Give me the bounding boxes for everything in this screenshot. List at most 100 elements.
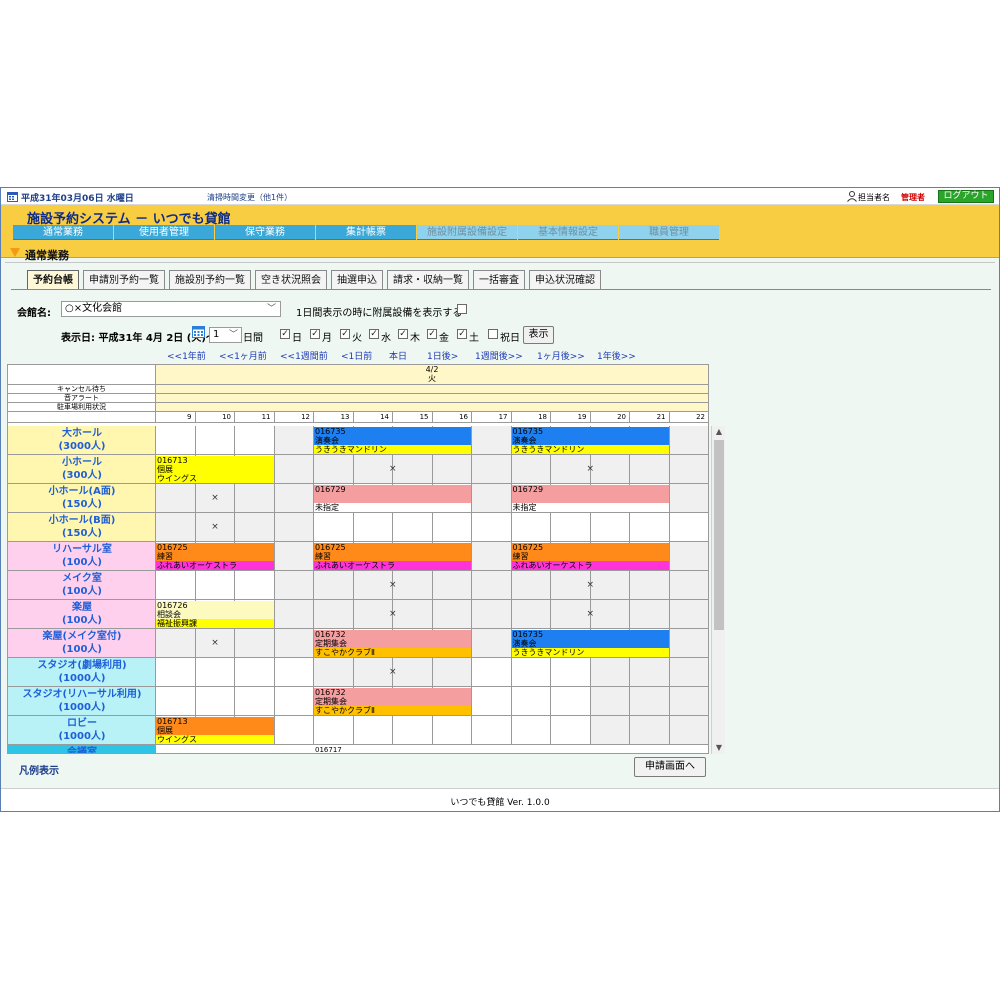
nav-item-6[interactable]: 職員管理: [619, 225, 719, 240]
booking-line: 016732: [314, 630, 471, 639]
show-button[interactable]: 表示: [523, 326, 554, 344]
scroll-up-icon[interactable]: ▲: [712, 426, 726, 438]
days-select[interactable]: 1 ﹀: [209, 327, 242, 343]
booking-line: 016735: [314, 427, 471, 436]
booking-4[interactable]: 016729 未指定: [511, 485, 669, 512]
unavailable-mark: ×: [389, 609, 397, 619]
section-header: 通常業務: [1, 246, 999, 263]
weekday-checkbox-6[interactable]: ✓: [457, 329, 467, 339]
date-nav-link-3[interactable]: <1日前: [341, 349, 372, 362]
booking-6[interactable]: 016725 練習 ふれあいオーケストラ: [314, 543, 471, 570]
date-nav-link-2[interactable]: <<1週間前: [280, 349, 328, 362]
room-name[interactable]: 小ホール(B面): [8, 514, 156, 528]
info-row-cell-1: [156, 394, 708, 403]
room-name[interactable]: リハーサル室: [8, 543, 156, 557]
booking-12[interactable]: 016713 個展 ウイングス: [156, 717, 274, 744]
apply-screen-button[interactable]: 申請画面へ: [634, 757, 706, 777]
weekday-checkbox-1[interactable]: ✓: [310, 329, 320, 339]
notice-link[interactable]: 清掃時間変更（他1件）: [207, 192, 292, 203]
scroll-thumb[interactable]: [714, 440, 724, 630]
date-nav-link-0[interactable]: <<1年前: [167, 349, 206, 362]
calendar-picker-icon[interactable]: [192, 325, 205, 338]
date-nav-link-6[interactable]: 1週間後>>: [475, 349, 523, 362]
booking-9[interactable]: 016732 定期集会 すこやかクラブⅡ: [314, 630, 471, 657]
room-name[interactable]: 大ホール: [8, 427, 156, 441]
weekday-label-5: 金: [439, 333, 449, 344]
weekday-checkbox-3[interactable]: ✓: [369, 329, 379, 339]
scroll-down-icon[interactable]: ▼: [712, 742, 726, 754]
tab-2[interactable]: 施設別予約一覧: [169, 270, 251, 290]
hour-text: 22: [696, 413, 705, 421]
weekday-checkbox-7[interactable]: [488, 329, 498, 339]
booking-11[interactable]: 016732 定期集会 すこやかクラブⅡ: [314, 688, 471, 715]
slot-1-7: [432, 455, 472, 484]
nav-item-1[interactable]: 使用者管理: [114, 225, 214, 240]
tab-0[interactable]: 予約台帳: [27, 270, 79, 290]
date-nav-link-1[interactable]: <<1ヶ月前: [219, 349, 267, 362]
slot-5-9: [511, 571, 551, 600]
tab-5[interactable]: 請求・収納一覧: [387, 270, 469, 290]
slot-3-12: [630, 513, 670, 542]
legend-link[interactable]: 凡例表示: [19, 762, 59, 777]
nav-item-2[interactable]: 保守業務: [215, 225, 315, 240]
hour-header-21: 21: [630, 412, 670, 423]
hour-header-10: 10: [195, 412, 235, 423]
logout-button[interactable]: ログアウト: [938, 190, 994, 203]
slot-0-1: [195, 426, 235, 455]
date-nav-link-8[interactable]: 1年後>>: [597, 349, 636, 362]
booking-line: 016732: [314, 688, 471, 697]
grid-corner: [8, 365, 156, 385]
booking-8[interactable]: 016726 相談会 福祉振興課: [156, 601, 274, 628]
room-row-0: 大ホール (3000人): [8, 426, 156, 455]
weekday-label-6: 土: [469, 333, 479, 344]
booking-line: 016713: [156, 717, 274, 726]
tab-1[interactable]: 申請別予約一覧: [83, 270, 165, 290]
weekday-checkbox-4[interactable]: ✓: [398, 329, 408, 339]
room-name[interactable]: スタジオ(劇場利用): [8, 659, 156, 673]
room-name[interactable]: 小ホール(A面): [8, 485, 156, 499]
room-name[interactable]: ロビー: [8, 717, 156, 731]
tab-divider: [11, 289, 991, 290]
user-icon: [847, 191, 857, 202]
date-nav-link-4[interactable]: 本日: [389, 349, 407, 362]
slot-5-5: [353, 571, 393, 600]
room-row-5: メイク室 (100人): [8, 571, 156, 600]
weekday-checkbox-2[interactable]: ✓: [340, 329, 350, 339]
hall-select[interactable]: ○×文化会館 ﹀: [61, 301, 281, 317]
slot-6-4: [314, 600, 354, 629]
room-name[interactable]: 小ホール: [8, 456, 156, 470]
equipment-display-checkbox[interactable]: [457, 304, 467, 314]
tab-4[interactable]: 抽選申込: [331, 270, 383, 290]
weekday-checkbox-5[interactable]: ✓: [427, 329, 437, 339]
booking-id: 016717: [315, 746, 342, 754]
booking-7[interactable]: 016725 練習 ふれあいオーケストラ: [511, 543, 669, 570]
tab-3[interactable]: 空き状況照会: [255, 270, 327, 290]
room-capacity: (300人): [61, 470, 102, 481]
nav-item-5[interactable]: 基本情報設定: [518, 225, 618, 240]
weekday-checkbox-0[interactable]: ✓: [280, 329, 290, 339]
room-name[interactable]: スタジオ(リハーサル利用): [8, 688, 156, 702]
date-nav-link-7[interactable]: 1ヶ月後>>: [537, 349, 585, 362]
current-date: 平成31年03月06日 水曜日: [21, 194, 134, 204]
booking-2[interactable]: 016713 個展 ウイングス: [156, 456, 274, 483]
slot-5-6: [393, 571, 433, 600]
room-name[interactable]: 楽屋(メイク室付): [8, 630, 156, 644]
date-nav-link-5[interactable]: 1日後>: [427, 349, 458, 362]
slot-8-13: [669, 658, 708, 687]
room-name[interactable]: メイク室: [8, 572, 156, 586]
tab-7[interactable]: 申込状況確認: [529, 270, 601, 290]
booking-3[interactable]: 016729 未指定: [314, 485, 471, 512]
booking-10[interactable]: 016735 演奏会 うきうきマンドリン: [511, 630, 669, 657]
nav-item-3[interactable]: 集計帳票: [316, 225, 416, 240]
grid-scrollbar[interactable]: ▲ ▼: [711, 426, 725, 754]
room-name[interactable]: 会議室: [8, 746, 156, 753]
booking-line: ふれあいオーケストラ: [156, 561, 274, 570]
tab-6[interactable]: 一括審査: [473, 270, 525, 290]
booking-0[interactable]: 016735 演奏会 うきうきマンドリン: [314, 427, 471, 454]
booking-1[interactable]: 016735 演奏会 うきうきマンドリン: [511, 427, 669, 454]
room-name[interactable]: 楽屋: [8, 601, 156, 615]
booking-line: うきうきマンドリン: [511, 445, 669, 454]
booking-5[interactable]: 016725 練習 ふれあいオーケストラ: [156, 543, 274, 570]
nav-item-4[interactable]: 施設附属設備設定: [417, 225, 517, 240]
nav-item-0[interactable]: 通常業務: [13, 225, 113, 240]
